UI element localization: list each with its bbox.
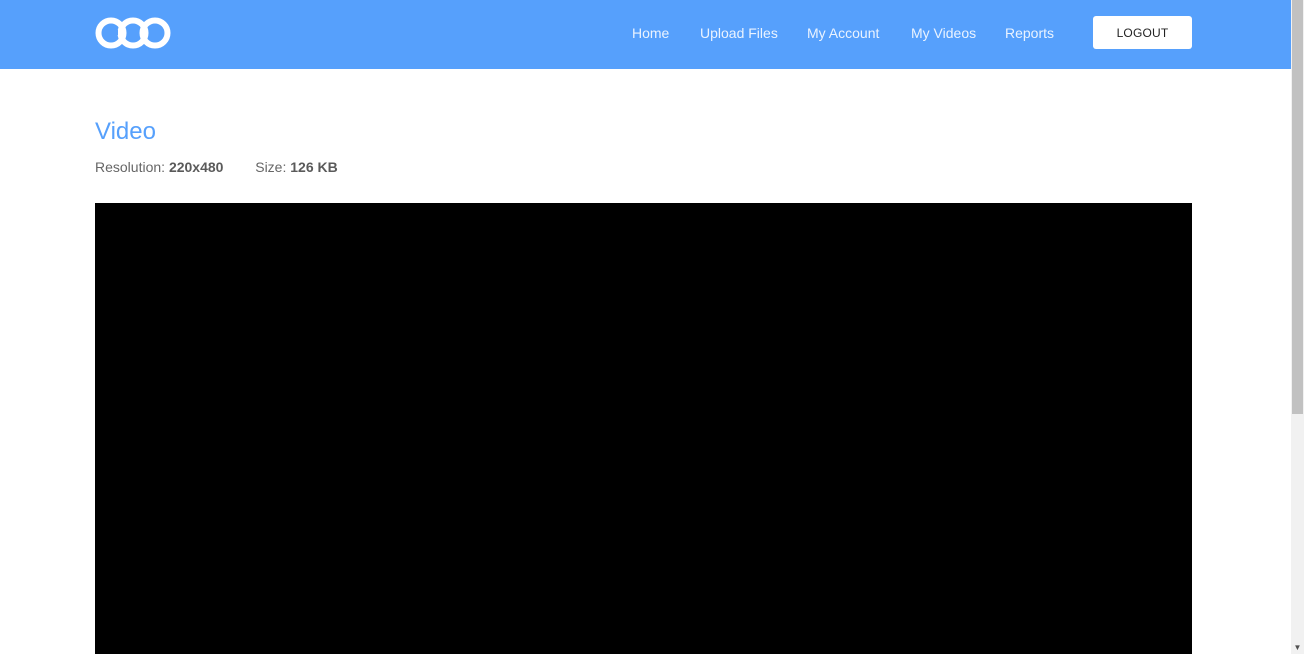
resolution-value: 220x480 <box>168 159 224 175</box>
nav-reports[interactable]: Reports <box>1005 24 1054 42</box>
header-bar: Home Upload Files My Account My Videos R… <box>0 0 1291 69</box>
logout-button[interactable]: LOGOUT <box>1093 16 1192 49</box>
video-player[interactable] <box>95 203 1192 654</box>
page-scrollbar[interactable]: ▼ <box>1291 0 1304 654</box>
scrollbar-thumb[interactable] <box>1292 0 1303 414</box>
size-value: 126 KB <box>290 159 338 175</box>
size-label: Size: <box>255 159 287 175</box>
goo-logo-icon[interactable] <box>95 17 171 49</box>
page-title: Video <box>95 118 156 145</box>
nav-my-videos[interactable]: My Videos <box>911 24 976 42</box>
nav-my-account[interactable]: My Account <box>807 24 879 42</box>
nav-home[interactable]: Home <box>632 24 669 42</box>
page: Home Upload Files My Account My Videos R… <box>0 0 1304 654</box>
resolution-label: Resolution: <box>95 159 166 175</box>
nav-upload-files[interactable]: Upload Files <box>700 24 778 42</box>
arrow-down-icon[interactable]: ▼ <box>1292 641 1303 654</box>
video-meta: Resolution: 220x480 Size: 126 KB <box>95 158 338 176</box>
